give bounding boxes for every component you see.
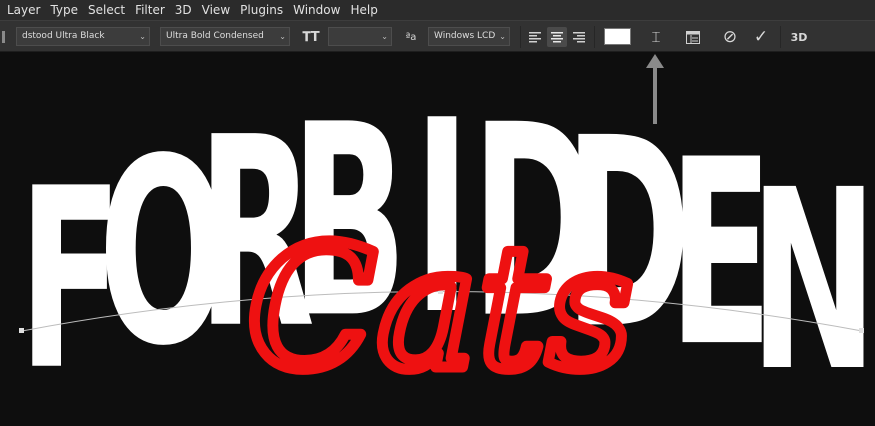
menu-type[interactable]: Type [45, 3, 83, 17]
cancel-button[interactable]: ⊘ [719, 27, 741, 47]
warp-text-button[interactable]: ⌶ [645, 27, 667, 47]
commit-button[interactable]: ✓ [750, 27, 772, 47]
menu-filter[interactable]: Filter [130, 3, 170, 17]
divider [780, 26, 781, 48]
align-left-button[interactable] [526, 27, 544, 47]
align-right-button[interactable] [570, 27, 588, 47]
chevron-down-icon: ⌄ [381, 32, 388, 41]
headline-letter: N [750, 137, 875, 426]
warp-text-icon: ⌶ [651, 28, 661, 46]
checkmark-icon: ✓ [753, 27, 769, 47]
menu-window[interactable]: Window [288, 3, 345, 17]
menu-view[interactable]: View [197, 3, 235, 17]
divider [594, 26, 595, 48]
text-color-swatch[interactable] [604, 28, 631, 45]
menu-help[interactable]: Help [345, 3, 382, 17]
chevron-down-icon: ⌄ [279, 32, 286, 41]
anti-alias-glyph: ªa [405, 31, 417, 43]
font-size-dropdown[interactable]: ⌄ [328, 27, 392, 46]
align-right-icon [573, 31, 585, 42]
font-size-glyph: 𝐓T [302, 29, 320, 45]
script-word[interactable]: Cats [241, 205, 639, 414]
align-center-icon [551, 31, 563, 42]
panel-toggle-icon [686, 30, 700, 44]
type-options-bar: dstood Ultra Black ⌄ Ultra Bold Condense… [0, 20, 875, 52]
font-family-value: dstood Ultra Black [22, 31, 105, 41]
chevron-down-icon: ⌄ [139, 32, 146, 41]
document-canvas[interactable]: FORBIDDEN Cats [0, 52, 875, 426]
font-family-dropdown[interactable]: dstood Ultra Black ⌄ [16, 27, 150, 46]
font-style-value: Ultra Bold Condensed [166, 31, 264, 41]
divider [520, 26, 521, 48]
cancel-icon: ⊘ [722, 27, 738, 47]
font-style-dropdown[interactable]: Ultra Bold Condensed ⌄ [160, 27, 290, 46]
character-panel-button[interactable] [683, 27, 703, 47]
menu-plugins[interactable]: Plugins [235, 3, 288, 17]
anti-alias-icon: ªa [402, 27, 420, 47]
menu-layer[interactable]: Layer [0, 3, 45, 17]
align-left-icon [529, 31, 541, 42]
menu-3d[interactable]: 3D [170, 3, 197, 17]
3d-label: 3D [790, 30, 808, 44]
anti-alias-value: Windows LCD [434, 31, 496, 41]
chevron-down-icon: ⌄ [499, 32, 506, 41]
artwork: FORB I DDEN Cats [18, 54, 875, 426]
3d-button[interactable]: 3D [788, 27, 810, 47]
anti-alias-dropdown[interactable]: Windows LCD ⌄ [428, 27, 510, 46]
menu-select[interactable]: Select [83, 3, 130, 17]
menu-bar: Layer Type Select Filter 3D View Plugins… [0, 0, 875, 20]
font-size-icon: 𝐓T [300, 27, 322, 47]
tool-preset-edge[interactable] [0, 27, 6, 47]
align-center-button[interactable] [547, 27, 567, 47]
